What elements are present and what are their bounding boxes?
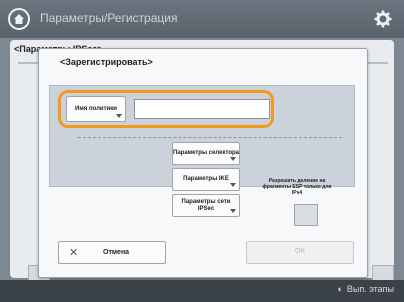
close-icon: ✕ [69, 247, 79, 259]
chevron-down-icon [230, 183, 236, 187]
home-icon [14, 14, 24, 24]
policy-name-button[interactable]: Имя политики [66, 96, 126, 122]
header-title: Параметры/Регистрация [40, 11, 178, 25]
dialog-title: <Зарегистрировать> [60, 57, 153, 67]
policy-name-input[interactable] [134, 99, 270, 119]
ike-settings-label: Параметры IKE [183, 176, 229, 183]
ike-settings-button[interactable]: Параметры IKE [172, 168, 240, 191]
title-bar: Параметры/Регистрация [0, 0, 404, 38]
status-icon: ◐ [337, 284, 343, 294]
ipsec-network-settings-button[interactable]: Параметры сети IPSec [172, 194, 240, 217]
section-divider [78, 137, 342, 138]
gear-icon [374, 10, 392, 28]
status-bar: ◐ Вып. этапы [0, 280, 404, 302]
chevron-down-icon [230, 209, 236, 213]
cancel-label: Отмена [103, 249, 130, 256]
chevron-down-icon [230, 157, 236, 161]
chevron-down-icon [116, 114, 122, 118]
home-button[interactable] [8, 8, 30, 30]
ok-label: OK [295, 248, 306, 255]
fragment-note: Разрешить деление на фрагменты ESP тольк… [262, 178, 332, 196]
cancel-button[interactable]: ✕ Отмена [58, 241, 166, 264]
policy-name-label: Имя политики [75, 105, 117, 112]
status-indicator[interactable]: ◐ Вып. этапы [337, 284, 394, 294]
settings-button[interactable] [372, 8, 394, 30]
fragment-toggle[interactable] [294, 204, 318, 226]
selector-settings-label: Параметры селектора [173, 150, 240, 157]
status-text: Вып. этапы [346, 284, 394, 294]
ok-button[interactable]: OK [246, 241, 354, 264]
selector-settings-button[interactable]: Параметры селектора [172, 142, 240, 165]
background-right-control [372, 265, 394, 281]
